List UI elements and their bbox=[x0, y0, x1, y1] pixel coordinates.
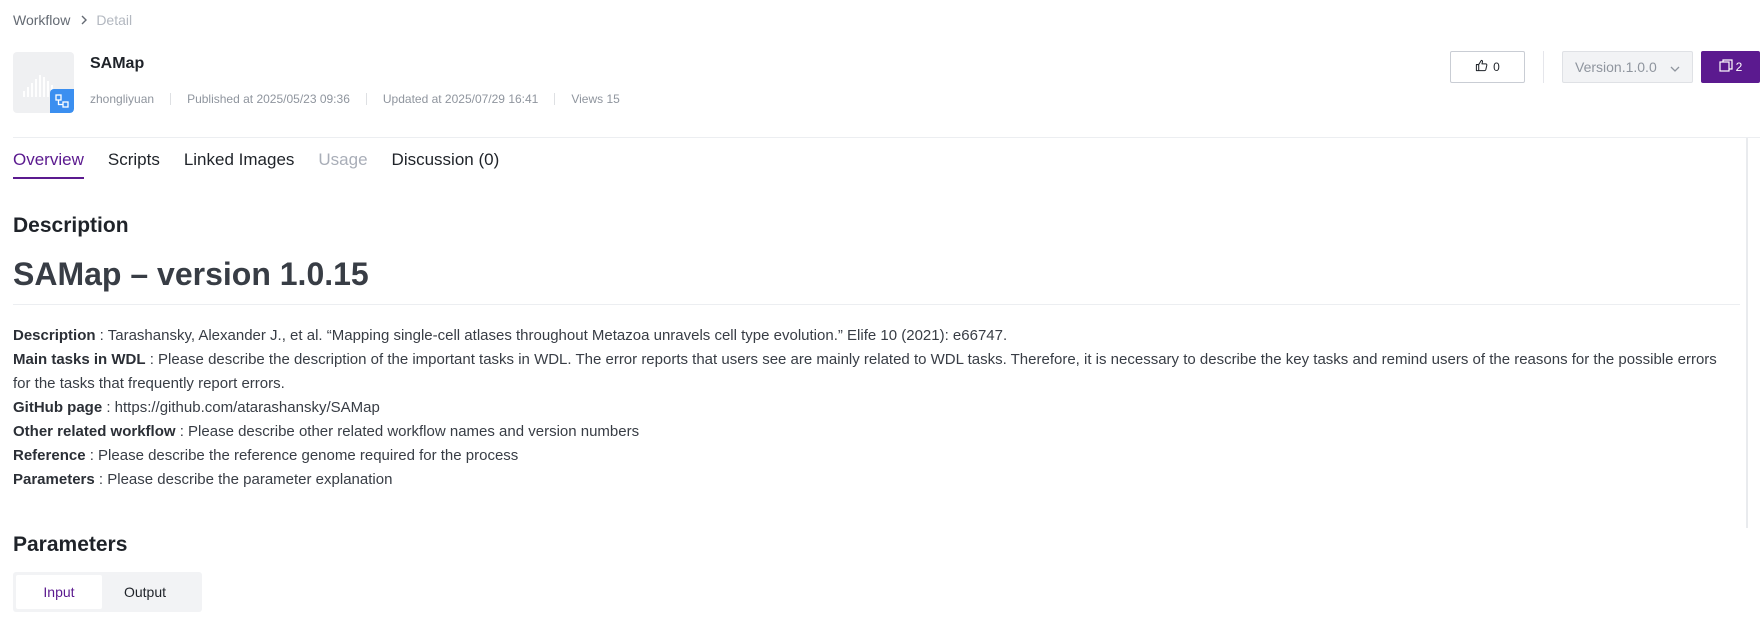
row-value: : Please describe the description of the… bbox=[13, 351, 1717, 392]
workflow-title: SAMap bbox=[90, 55, 145, 72]
row-key: Main tasks in WDL bbox=[13, 351, 146, 368]
row-key: Parameters bbox=[13, 471, 95, 488]
parameters-tabs: Input Output bbox=[13, 572, 202, 612]
like-count: 0 bbox=[1493, 60, 1500, 74]
breadcrumb-current: Detail bbox=[96, 12, 133, 28]
description-row: Parameters : Please describe the paramet… bbox=[13, 468, 1733, 492]
row-value: : Please describe other related workflow… bbox=[175, 423, 640, 440]
meta-divider bbox=[170, 93, 172, 105]
tab-usage: Usage bbox=[318, 150, 368, 169]
description-heading: Description bbox=[13, 214, 129, 237]
row-key: Other related workflow bbox=[13, 423, 176, 440]
row-value: : Tarashansky, Alexander J., et al. “Map… bbox=[95, 327, 1008, 344]
copy-button[interactable]: 2 bbox=[1701, 51, 1760, 83]
content-scrollbar[interactable] bbox=[1746, 138, 1748, 528]
header-actions: 0 Version.1.0.0 2 bbox=[1450, 51, 1760, 83]
version-value: Version.1.0.0 bbox=[1575, 59, 1657, 75]
meta-divider bbox=[365, 93, 367, 105]
tab-scripts[interactable]: Scripts bbox=[108, 150, 160, 179]
copy-icon bbox=[1719, 59, 1733, 75]
author-name: zhongliyuan bbox=[90, 92, 155, 106]
tab-output[interactable]: Output bbox=[102, 575, 188, 609]
row-value: : Please describe the parameter explanat… bbox=[94, 471, 393, 488]
doc-divider bbox=[13, 304, 1740, 305]
row-key: GitHub page bbox=[13, 399, 103, 416]
parameters-heading: Parameters bbox=[13, 533, 128, 556]
workflow-type-icon bbox=[50, 89, 74, 113]
description-row: Other related workflow : Please describe… bbox=[13, 420, 1733, 444]
copy-count: 2 bbox=[1735, 60, 1743, 74]
tab-linked-images[interactable]: Linked Images bbox=[184, 150, 295, 179]
row-key: Reference bbox=[13, 447, 86, 464]
description-row: Reference : Please describe the referenc… bbox=[13, 444, 1733, 468]
breadcrumb-workflow-link[interactable]: Workflow bbox=[13, 12, 70, 28]
chevron-down-icon bbox=[1670, 59, 1680, 75]
description-row: GitHub page : https://github.com/atarash… bbox=[13, 396, 1733, 420]
thumbs-up-icon bbox=[1475, 59, 1488, 75]
updated-date: Updated at 2025/07/29 16:41 bbox=[382, 92, 539, 106]
version-select[interactable]: Version.1.0.0 bbox=[1562, 51, 1693, 83]
tab-discussion[interactable]: Discussion (0) bbox=[392, 150, 500, 179]
doc-title: SAMap – version 1.0.15 bbox=[13, 256, 369, 292]
like-button[interactable]: 0 bbox=[1450, 51, 1525, 83]
workflow-header: SAMap zhongliyuan Published at 2025/05/2… bbox=[13, 51, 1760, 138]
chevron-right-icon bbox=[80, 15, 88, 25]
description-row: Main tasks in WDL : Please describe the … bbox=[13, 348, 1733, 396]
views-count: Views 15 bbox=[571, 92, 620, 106]
row-value: : Please describe the reference genome r… bbox=[85, 447, 519, 464]
meta-divider bbox=[554, 93, 556, 105]
detail-tabs: Overview Scripts Linked Images Usage Dis… bbox=[13, 150, 499, 179]
tab-input[interactable]: Input bbox=[16, 575, 102, 609]
description-row: Description : Tarashansky, Alexander J.,… bbox=[13, 324, 1733, 348]
workflow-thumbnail bbox=[13, 52, 74, 113]
actions-divider bbox=[1543, 51, 1544, 83]
description-body: Description : Tarashansky, Alexander J.,… bbox=[13, 324, 1733, 492]
published-date: Published at 2025/05/23 09:36 bbox=[187, 92, 350, 106]
breadcrumb: Workflow Detail bbox=[13, 12, 132, 28]
row-value: : https://github.com/atarashansky/SAMap bbox=[102, 399, 380, 416]
row-key: Description bbox=[13, 327, 96, 344]
workflow-meta: zhongliyuan Published at 2025/05/23 09:3… bbox=[90, 92, 620, 106]
tab-overview[interactable]: Overview bbox=[13, 150, 84, 179]
